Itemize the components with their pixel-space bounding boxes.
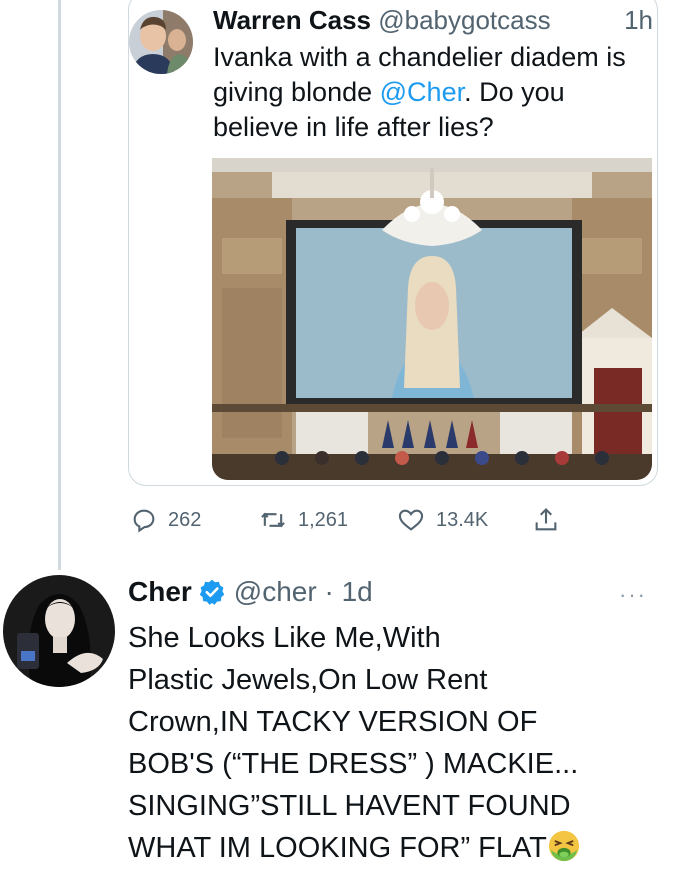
reply-author-name[interactable]: Cher: [128, 574, 192, 610]
thread-line: [58, 0, 61, 570]
reply-icon: [133, 509, 155, 533]
quoted-author-name[interactable]: Warren Cass: [213, 5, 371, 35]
retweet-icon: [261, 512, 285, 528]
quoted-tweet-image[interactable]: [212, 158, 652, 480]
like-action[interactable]: 13.4K: [396, 500, 488, 540]
share-action[interactable]: [532, 500, 570, 540]
like-count: 13.4K: [436, 508, 489, 531]
reply-tweet-text: She Looks Like Me,With Plastic Jewels,On…: [128, 617, 663, 869]
quoted-tweet-header: Warren Cass @babygotcass 1h: [213, 4, 653, 36]
reply-action[interactable]: 262: [130, 500, 201, 540]
more-options-button[interactable]: ···: [619, 582, 647, 608]
like-icon: [398, 509, 424, 531]
reply-count: 262: [168, 508, 202, 531]
reply-header: Cher @cher · 1d: [128, 574, 373, 610]
reply-text-body: She Looks Like Me,With Plastic Jewels,On…: [128, 622, 579, 864]
retweet-action[interactable]: 1,261: [258, 500, 348, 540]
retweet-count: 1,261: [298, 508, 349, 531]
share-icon: [535, 508, 557, 531]
reply-author-avatar[interactable]: [3, 575, 115, 687]
mention-link[interactable]: @Cher: [380, 77, 464, 107]
nauseated-face-icon: [548, 830, 580, 862]
verified-badge-icon: [199, 579, 225, 605]
quoted-author-handle[interactable]: @babygotcass: [378, 5, 550, 35]
reply-author-handle[interactable]: @cher · 1d: [234, 574, 373, 610]
quoted-author-avatar[interactable]: [129, 10, 193, 74]
quoted-tweet-time[interactable]: 1h: [624, 4, 653, 36]
tweet-actions-bar: 262 1,261 13.4K: [128, 500, 578, 540]
quoted-tweet-text: Ivanka with a chandelier diadem is givin…: [213, 40, 653, 145]
